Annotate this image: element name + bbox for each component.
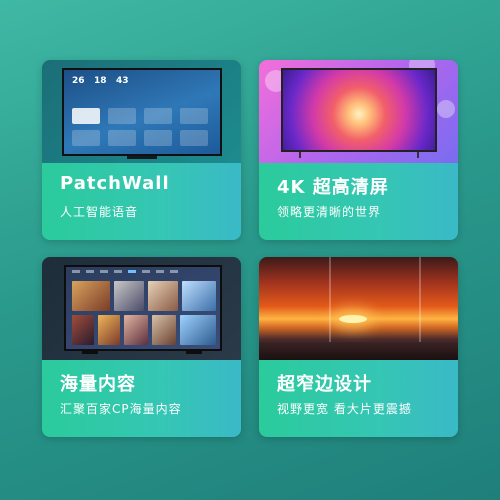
tv-screen-icon bbox=[64, 265, 222, 351]
card-subtitle: 领略更清晰的世界 bbox=[277, 205, 382, 219]
app-tile bbox=[180, 108, 208, 124]
tv-stand bbox=[186, 351, 202, 354]
poster-thumb bbox=[152, 315, 176, 345]
feature-card-4k: 4K 超高清屏 领略更清晰的世界 bbox=[259, 60, 458, 240]
card-caption: 海量内容 汇聚百家CP海量内容 bbox=[42, 360, 241, 437]
poster-thumb bbox=[72, 281, 110, 311]
tv-screen-icon bbox=[281, 68, 437, 152]
clock-hours: 26 bbox=[72, 76, 85, 86]
tv-stand bbox=[417, 152, 419, 158]
card-subtitle: 视野更宽 看大片更震撼 bbox=[277, 402, 412, 416]
tv-stand bbox=[82, 351, 98, 354]
patchwall-tv-image: 26 18 43 bbox=[42, 60, 241, 163]
app-tile bbox=[144, 130, 172, 146]
sunset-image bbox=[259, 257, 458, 360]
poster-thumb bbox=[72, 315, 94, 345]
feature-card-content: 海量内容 汇聚百家CP海量内容 bbox=[42, 257, 241, 437]
tv-stand bbox=[127, 156, 157, 159]
card-title: 超窄边设计 bbox=[277, 374, 372, 395]
card-title: 海量内容 bbox=[60, 374, 136, 395]
clock-seconds: 43 bbox=[116, 76, 129, 86]
feature-card-patchwall: 26 18 43 PatchWall 人工智能语音 bbox=[42, 60, 241, 240]
poster-thumb bbox=[182, 281, 216, 311]
card-title: 4K 超高清屏 bbox=[277, 177, 389, 198]
decor-bubble bbox=[437, 100, 455, 118]
sun-glow bbox=[339, 315, 367, 323]
clock-minutes: 18 bbox=[94, 76, 107, 86]
poster-thumb bbox=[124, 315, 148, 345]
app-tile bbox=[72, 108, 100, 124]
4k-tv-image bbox=[259, 60, 458, 163]
card-subtitle: 汇聚百家CP海量内容 bbox=[60, 402, 182, 416]
card-subtitle: 人工智能语音 bbox=[60, 205, 139, 219]
screen-nav-bar bbox=[72, 270, 212, 274]
feature-card-narrow-bezel: 超窄边设计 视野更宽 看大片更震撼 bbox=[259, 257, 458, 437]
card-caption: PatchWall 人工智能语音 bbox=[42, 163, 241, 240]
app-tile bbox=[144, 108, 172, 124]
poster-thumb bbox=[114, 281, 144, 311]
card-caption: 4K 超高清屏 领略更清晰的世界 bbox=[259, 163, 458, 240]
app-tile bbox=[72, 130, 100, 146]
poster-thumb bbox=[148, 281, 178, 311]
app-tile bbox=[180, 130, 208, 146]
card-caption: 超窄边设计 视野更宽 看大片更震撼 bbox=[259, 360, 458, 437]
poster-thumb bbox=[98, 315, 120, 345]
app-tile bbox=[108, 130, 136, 146]
poster-thumb bbox=[180, 315, 216, 345]
tv-stand bbox=[299, 152, 301, 158]
content-tv-image bbox=[42, 257, 241, 360]
card-title: PatchWall bbox=[60, 173, 170, 194]
app-tile bbox=[108, 108, 136, 124]
shoreline bbox=[259, 342, 458, 360]
tv-screen-icon: 26 18 43 bbox=[62, 68, 222, 156]
